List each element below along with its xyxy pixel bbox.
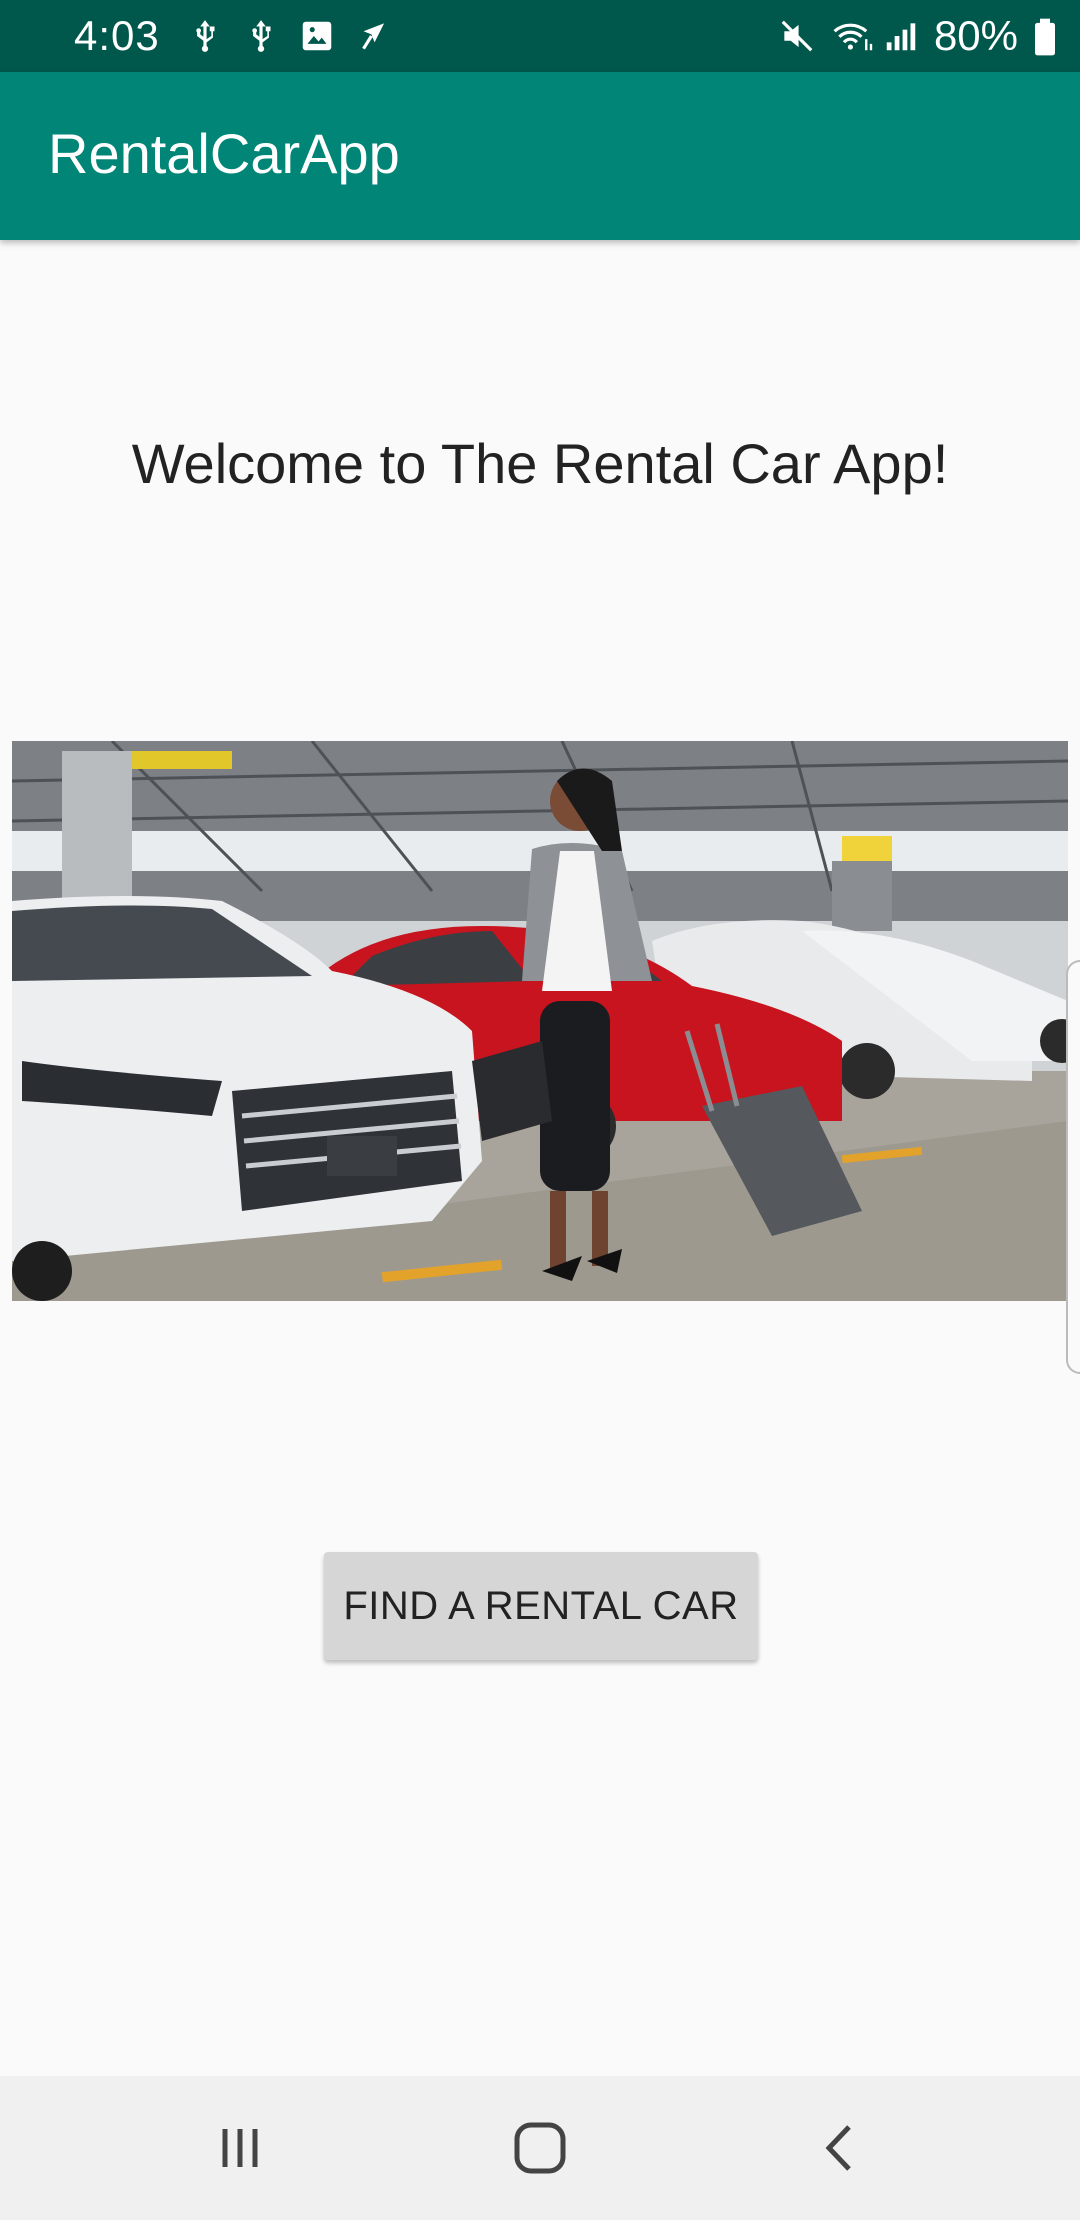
mute-icon xyxy=(778,17,816,55)
battery-percent: 80% xyxy=(933,12,1018,59)
hero-image xyxy=(12,741,1068,1301)
navigation-bar xyxy=(0,2076,1080,2220)
image-icon xyxy=(298,17,336,55)
status-right-icons: 80% xyxy=(778,12,1058,60)
back-icon[interactable] xyxy=(812,2118,872,2178)
usb-icon xyxy=(242,17,280,55)
home-icon[interactable] xyxy=(510,2118,570,2178)
usb-icon xyxy=(186,17,224,55)
app-bar: RentalCarApp xyxy=(0,72,1080,240)
app-title: RentalCarApp xyxy=(48,122,400,185)
status-left-icons xyxy=(186,16,392,56)
welcome-heading: Welcome to The Rental Car App! xyxy=(131,432,949,495)
edge-panel-handle[interactable] xyxy=(1066,960,1080,1374)
signal-icon xyxy=(882,17,920,55)
find-rental-car-button[interactable]: FIND A RENTAL CAR xyxy=(324,1552,758,1660)
status-bar: 4:03 80% xyxy=(0,0,1080,72)
status-time: 4:03 xyxy=(74,12,160,59)
wifi-icon xyxy=(830,17,873,55)
navigation-icon xyxy=(354,17,392,55)
recent-apps-icon[interactable] xyxy=(210,2118,270,2178)
battery-icon xyxy=(1032,17,1058,56)
